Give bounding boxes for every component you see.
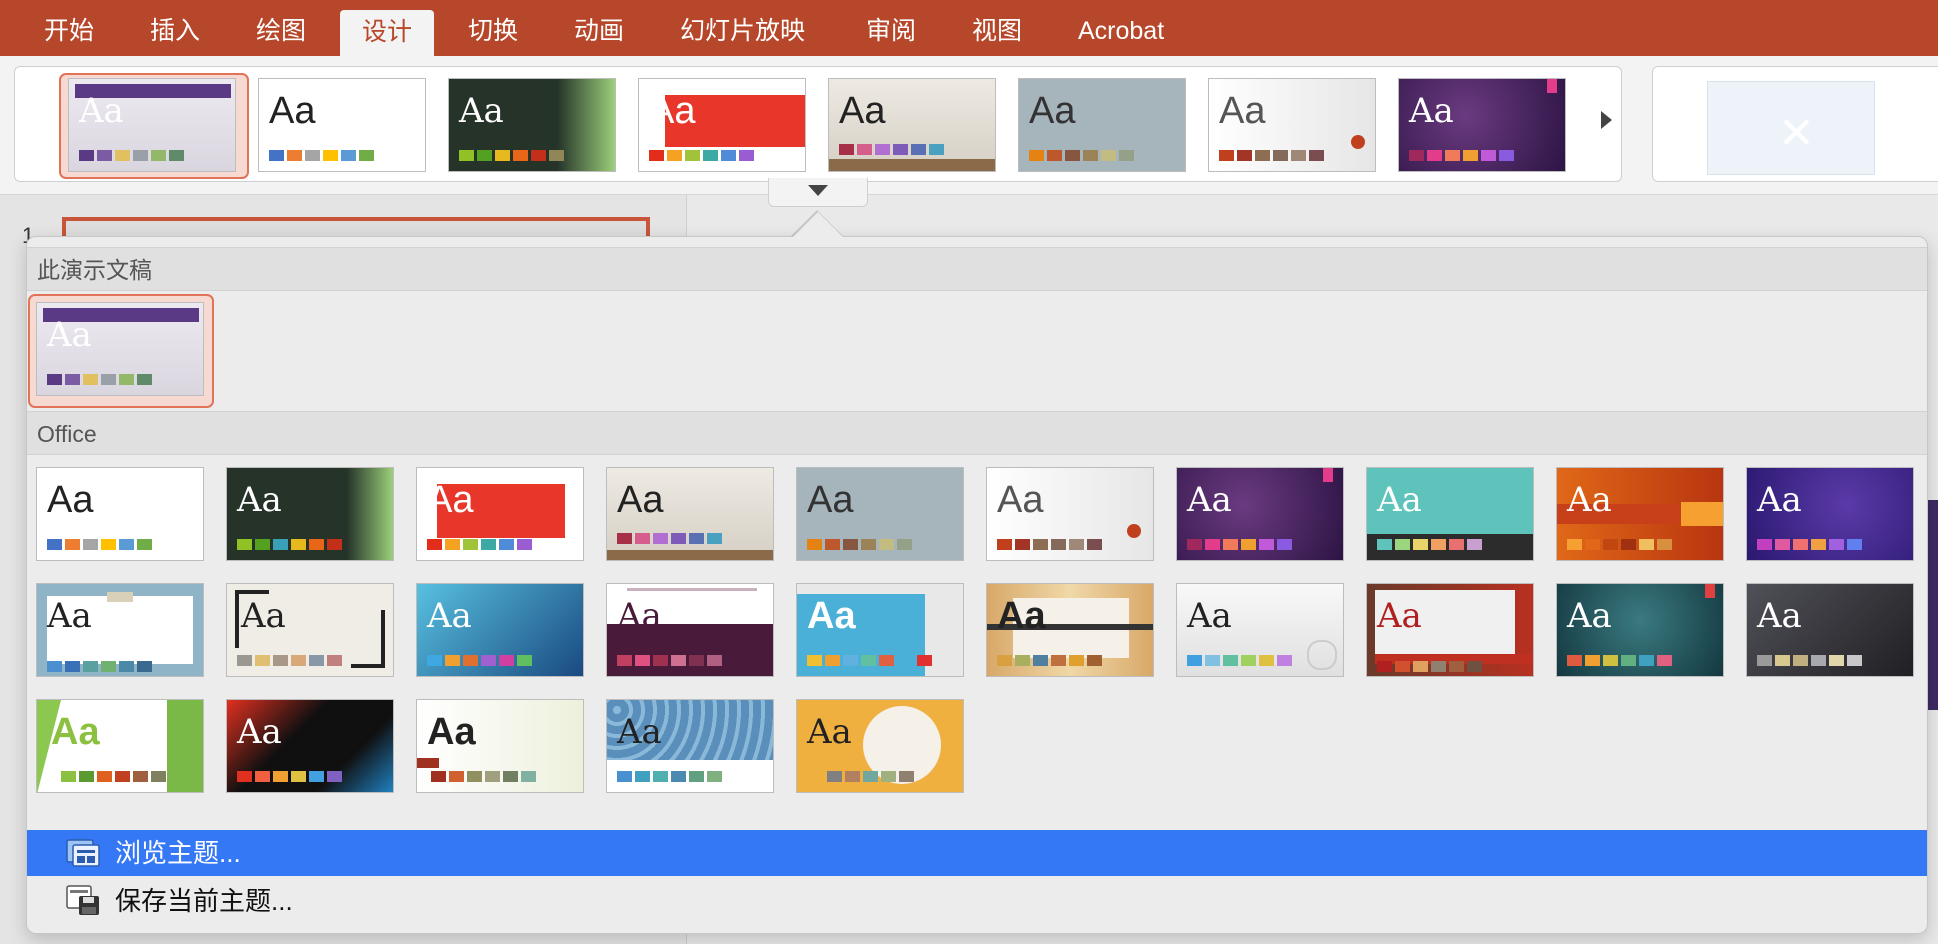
ribbon-tab-bar: 开始 插入 绘图 设计 切换 动画 幻灯片放映 审阅 视图 Acrobat — [0, 0, 1938, 56]
browse-themes-menu-item[interactable]: 浏览主题... — [27, 830, 1927, 876]
tab-slideshow[interactable]: 幻灯片放映 — [658, 9, 827, 53]
tab-review[interactable]: 审阅 — [844, 9, 938, 53]
theme-dividend[interactable]: Aa — [1366, 583, 1534, 677]
theme-sample-text: Aa — [47, 479, 94, 521]
theme-sample-text: Aa — [47, 596, 92, 636]
theme-sample-text: Aa — [617, 596, 662, 636]
theme-office[interactable]: Aa — [36, 467, 204, 561]
theme-sample-text: Aa — [427, 596, 472, 636]
theme-facet[interactable]: Aa — [226, 467, 394, 561]
tab-design[interactable]: 设计 — [340, 10, 435, 56]
theme-parallax[interactable]: Aa — [1556, 467, 1724, 561]
theme-sample-text: Aa — [237, 480, 282, 520]
theme-celestial[interactable]: Aa — [416, 699, 584, 793]
theme-sample-text: Aa — [1219, 90, 1266, 132]
variant-close-icon: ✕ — [1778, 109, 1815, 158]
ribbon-theme-organic[interactable]: Aa — [828, 78, 996, 172]
browse-themes-icon — [66, 839, 100, 867]
theme-circuit[interactable]: Aa — [1746, 467, 1914, 561]
tab-view[interactable]: 视图 — [950, 9, 1044, 53]
theme-current-presentation[interactable]: Aa — [36, 302, 204, 396]
theme-sample-text: Aa — [1187, 596, 1232, 636]
ribbon-theme-office[interactable]: Aa — [258, 78, 426, 172]
theme-sample-text: Aa — [997, 595, 1046, 637]
theme-sample-text: Aa — [807, 595, 856, 637]
save-current-theme-label: 保存当前主题... — [115, 886, 293, 916]
ribbon-theme-ion[interactable]: Aa — [638, 78, 806, 172]
theme-sample-text: Aa — [839, 90, 886, 132]
theme-sample-text: Aa — [1029, 90, 1076, 132]
browse-themes-label: 浏览主题... — [115, 838, 241, 868]
theme-savon[interactable]: Aa — [1746, 583, 1914, 677]
tab-transitions[interactable]: 切换 — [446, 9, 540, 53]
popup-pointer-inner — [793, 212, 843, 237]
theme-sample-text: Aa — [459, 91, 504, 131]
tab-insert[interactable]: 插入 — [128, 9, 222, 53]
ribbon-theme-slice[interactable]: Aa — [1208, 78, 1376, 172]
theme-sample-text: Aa — [427, 479, 474, 521]
tab-draw[interactable]: 绘图 — [234, 9, 328, 53]
theme-ion[interactable]: Aa — [416, 467, 584, 561]
theme-sample-text: Aa — [427, 711, 476, 753]
theme-sample-text: Aa — [807, 479, 854, 521]
theme-droplet[interactable]: Aa — [416, 583, 584, 677]
ribbon-variants-gallery: ✕ — [1652, 66, 1938, 182]
scroll-right-icon[interactable] — [1601, 111, 1612, 129]
ribbon-theme-current[interactable]: Aa — [68, 78, 236, 172]
theme-sample-text: Aa — [237, 712, 282, 752]
theme-sample-text: Aa — [997, 479, 1044, 521]
theme-wood-type[interactable]: Aa — [986, 583, 1154, 677]
theme-badge[interactable]: Aa — [796, 699, 964, 793]
theme-sample-text: Aa — [1757, 480, 1802, 520]
theme-sample-text: Aa — [1377, 480, 1422, 520]
save-theme-icon — [66, 885, 99, 915]
expand-gallery-button[interactable] — [768, 178, 868, 207]
theme-sample-text: Aa — [1567, 480, 1612, 520]
theme-sample-text: Aa — [269, 90, 316, 132]
expand-gallery-icon — [808, 185, 828, 196]
theme-sample-text: Aa — [1187, 480, 1232, 520]
theme-gallery[interactable]: Aa — [226, 583, 394, 677]
theme-mesh[interactable]: Aa — [1556, 583, 1724, 677]
save-current-theme-menu-item[interactable]: 保存当前主题... — [27, 878, 1927, 924]
ribbon-theme-gallery: Aa Aa Aa Aa Aa Aa Aa Aa — [14, 66, 1622, 182]
theme-sample-text: Aa — [649, 90, 696, 132]
theme-vapor-trail[interactable]: Aa — [1176, 583, 1344, 677]
ribbon-theme-retrospect[interactable]: Aa — [1018, 78, 1186, 172]
section-header-office: Office — [27, 411, 1927, 455]
theme-berlin[interactable]: Aa — [1176, 467, 1344, 561]
theme-sample-text: Aa — [617, 479, 664, 521]
theme-wisp[interactable]: Aa — [1366, 467, 1534, 561]
theme-sample-text: Aa — [79, 91, 124, 131]
theme-circuit-pattern[interactable]: Aa — [606, 699, 774, 793]
theme-sample-text: Aa — [1377, 596, 1422, 636]
theme-sample-text: Aa — [617, 712, 662, 752]
tab-home[interactable]: 开始 — [22, 9, 116, 53]
theme-sample-text: Aa — [47, 315, 92, 355]
theme-basis[interactable]: Aa — [36, 699, 204, 793]
theme-sample-text: Aa — [241, 596, 286, 636]
theme-sample-text: Aa — [1409, 91, 1454, 131]
theme-quotable[interactable]: Aa — [796, 583, 964, 677]
theme-sample-text: Aa — [807, 712, 852, 752]
theme-main-event[interactable]: Aa — [606, 583, 774, 677]
theme-sample-text: Aa — [1567, 596, 1612, 636]
theme-sample-text: Aa — [51, 711, 100, 753]
section-header-this-presentation: 此演示文稿 — [27, 247, 1927, 291]
theme-slice[interactable]: Aa — [986, 467, 1154, 561]
theme-gallery-popup: 此演示文稿 Aa Office Aa Aa Aa Aa Aa Aa Aa Aa … — [26, 212, 1928, 934]
theme-frame[interactable]: Aa — [36, 583, 204, 677]
ribbon-design-panel: Aa Aa Aa Aa Aa Aa Aa Aa ✕ — [0, 56, 1938, 195]
theme-retrospect[interactable]: Aa — [796, 467, 964, 561]
theme-sample-text: Aa — [1757, 596, 1802, 636]
tab-animations[interactable]: 动画 — [552, 9, 646, 53]
theme-ion-boardroom[interactable]: Aa — [226, 699, 394, 793]
theme-organic[interactable]: Aa — [606, 467, 774, 561]
ribbon-theme-berlin[interactable]: Aa — [1398, 78, 1566, 172]
tab-acrobat[interactable]: Acrobat — [1056, 9, 1186, 53]
ribbon-theme-facet[interactable]: Aa — [448, 78, 616, 172]
variant-thumbnail[interactable]: ✕ — [1707, 81, 1875, 175]
